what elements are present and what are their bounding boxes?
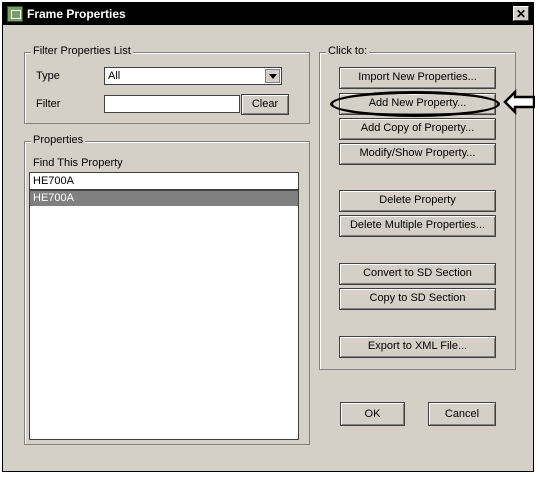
delete-property-button[interactable]: Delete Property bbox=[339, 190, 496, 212]
ok-button[interactable]: OK bbox=[340, 402, 405, 426]
properties-list[interactable]: HE700A bbox=[29, 190, 299, 440]
cancel-button[interactable]: Cancel bbox=[428, 402, 496, 426]
clear-button[interactable]: Clear bbox=[241, 94, 289, 115]
list-item[interactable]: HE700A bbox=[30, 191, 298, 206]
filter-label: Filter bbox=[36, 98, 61, 110]
modify-show-property-button[interactable]: Modify/Show Property... bbox=[339, 143, 496, 165]
convert-to-sd-section-button[interactable]: Convert to SD Section bbox=[339, 263, 496, 285]
chevron-down-icon[interactable] bbox=[265, 69, 280, 83]
filter-input[interactable] bbox=[104, 95, 240, 113]
title-bar: Frame Properties ✕ bbox=[3, 3, 533, 25]
type-label: Type bbox=[36, 70, 60, 82]
frame-properties-dialog: Frame Properties ✕ Filter Properties Lis… bbox=[2, 2, 535, 472]
export-to-xml-file-button[interactable]: Export to XML File... bbox=[339, 336, 496, 358]
highlight-ellipse bbox=[330, 91, 500, 117]
frame-properties-icon bbox=[7, 6, 23, 22]
add-copy-of-property-button[interactable]: Add Copy of Property... bbox=[339, 118, 496, 140]
click-to-legend: Click to: bbox=[326, 45, 370, 57]
filter-group-legend: Filter Properties List bbox=[31, 45, 133, 57]
properties-group-legend: Properties bbox=[31, 134, 86, 146]
arrow-left-icon bbox=[503, 89, 535, 115]
type-dropdown-value: All bbox=[108, 70, 121, 82]
find-property-input[interactable]: HE700A bbox=[29, 172, 299, 190]
find-property-label: Find This Property bbox=[33, 157, 123, 169]
copy-to-sd-section-button[interactable]: Copy to SD Section bbox=[339, 288, 496, 310]
window-title: Frame Properties bbox=[27, 7, 126, 21]
delete-multiple-properties-button[interactable]: Delete Multiple Properties... bbox=[339, 215, 496, 237]
type-dropdown[interactable]: All bbox=[104, 67, 282, 85]
import-new-properties-button[interactable]: Import New Properties... bbox=[339, 67, 496, 89]
close-icon[interactable]: ✕ bbox=[513, 6, 529, 21]
